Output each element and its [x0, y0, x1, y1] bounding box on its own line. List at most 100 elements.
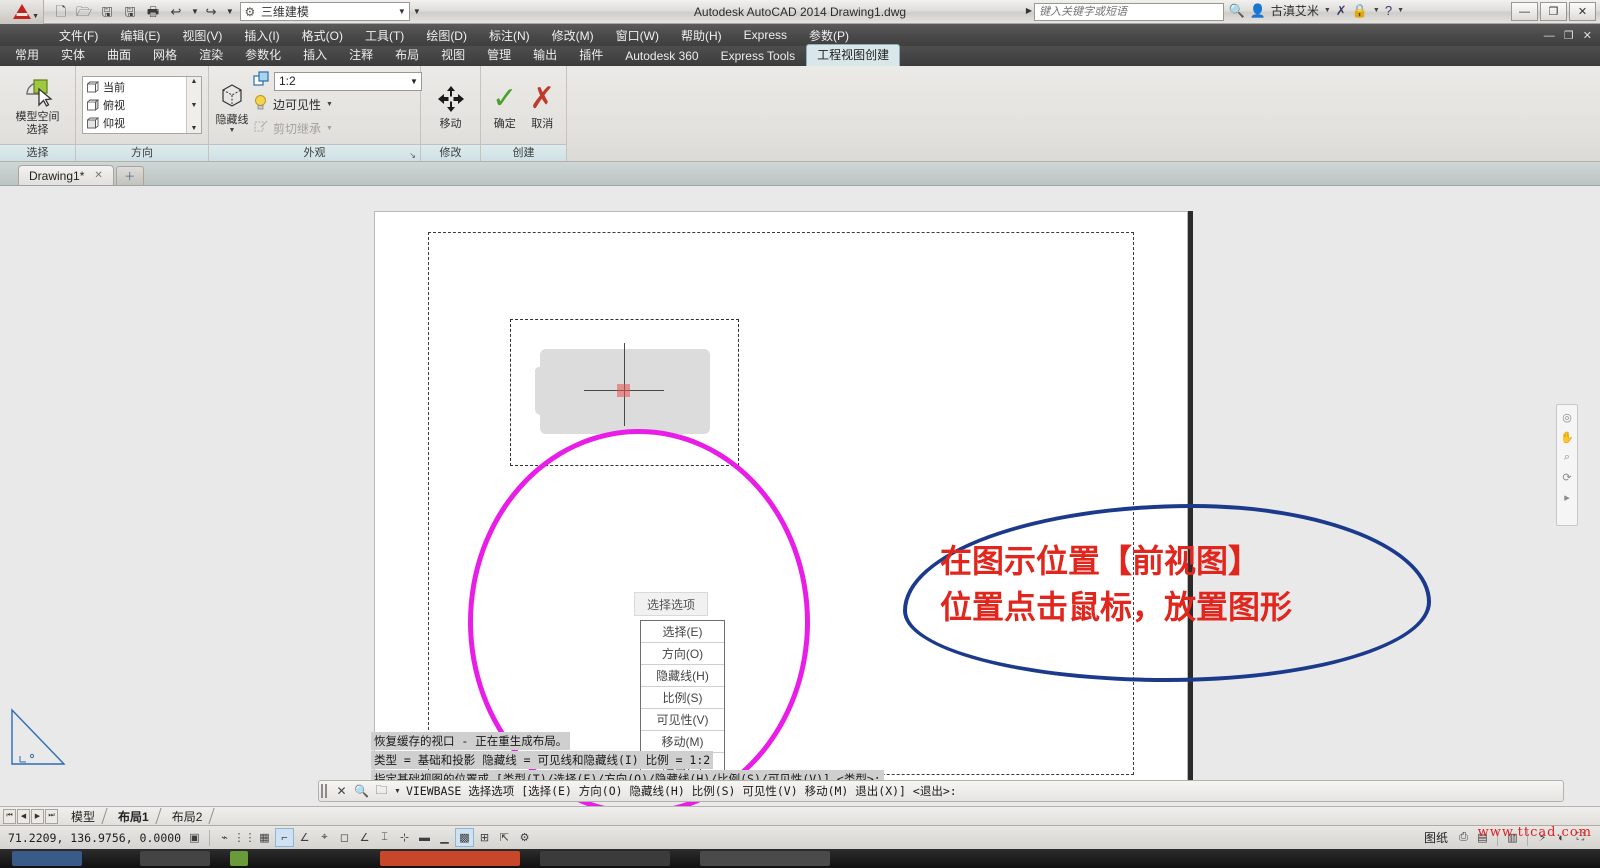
layout-tab-model[interactable]: 模型: [59, 808, 105, 824]
scroll-end-icon[interactable]: ▼: [191, 125, 198, 132]
ortho-mode-toggle[interactable]: ⌐: [275, 828, 294, 847]
save-icon[interactable]: 🖫: [96, 2, 118, 22]
menu-item-modify[interactable]: 修改(M): [541, 25, 605, 46]
chevron-down-icon[interactable]: ▼: [394, 788, 401, 795]
panel-dialog-launcher-icon[interactable]: ↘: [409, 151, 416, 160]
chevron-down-icon[interactable]: ▼: [229, 127, 236, 134]
dynamic-ucs-toggle[interactable]: ⌶: [375, 828, 394, 847]
infer-constraints-toggle[interactable]: ⌁: [215, 828, 234, 847]
tab-solid[interactable]: 实体: [50, 44, 96, 66]
search-input[interactable]: [1035, 4, 1223, 20]
tab-surface[interactable]: 曲面: [96, 44, 142, 66]
coordinate-display[interactable]: 71.2209, 136.9756, 0.0000: [0, 831, 185, 845]
tab-view[interactable]: 视图: [430, 44, 476, 66]
chevron-down-icon[interactable]: ▼: [395, 7, 409, 16]
tab-mesh[interactable]: 网格: [142, 44, 188, 66]
new-document-tab-button[interactable]: ＋: [115, 166, 144, 185]
chevron-down-icon[interactable]: ▼: [407, 77, 421, 86]
model-space-icon[interactable]: ▣: [185, 828, 204, 847]
layout-tab-layout1[interactable]: 布局1: [106, 808, 159, 824]
transparency-toggle[interactable]: ▁: [435, 828, 454, 847]
menu-item-dimension[interactable]: 标注(N): [478, 25, 541, 46]
search-expand-icon[interactable]: ▶: [1026, 6, 1032, 15]
taskbar-item-2[interactable]: [140, 851, 210, 866]
menu-item-format[interactable]: 格式(O): [291, 25, 354, 46]
search-icon[interactable]: 🔍: [354, 784, 369, 798]
scroll-up-icon[interactable]: ▲: [191, 78, 198, 85]
view-scale-combo[interactable]: 1:2 ▼: [274, 71, 422, 91]
help-search-box[interactable]: [1034, 3, 1224, 21]
menu-item-draw[interactable]: 绘图(D): [415, 25, 478, 46]
application-menu-button[interactable]: ▼: [0, 0, 44, 24]
tab-parametric[interactable]: 参数化: [234, 44, 292, 66]
lock-menu-chevron-icon[interactable]: ▼: [1373, 7, 1380, 14]
help-icon[interactable]: ?: [1385, 3, 1392, 18]
menu-item-help[interactable]: 帮助(H): [670, 25, 733, 46]
taskbar-item-6[interactable]: [700, 851, 830, 866]
user-avatar-icon[interactable]: 👤: [1250, 3, 1266, 19]
redo-icon[interactable]: ↪: [200, 2, 222, 22]
menu-item-parameters[interactable]: 参数(P): [798, 25, 860, 46]
exchange-app-icon[interactable]: ✗: [1336, 3, 1347, 19]
showmotion-icon[interactable]: ▸: [1564, 491, 1570, 504]
menu-item-window[interactable]: 窗口(W): [605, 25, 670, 46]
layout-last-button[interactable]: ⏭: [45, 808, 58, 824]
layout-prev-button[interactable]: ◀: [17, 808, 30, 824]
sign-in-lock-icon[interactable]: 🔒: [1352, 3, 1368, 19]
inner-minimize-button[interactable]: —: [1544, 30, 1555, 42]
lineweight-toggle[interactable]: ▬: [415, 828, 434, 847]
menu-item-view[interactable]: 视图(V): [171, 25, 233, 46]
user-name-label[interactable]: 古滇艾米: [1271, 2, 1319, 19]
tab-output[interactable]: 输出: [522, 44, 568, 66]
tab-render[interactable]: 渲染: [188, 44, 234, 66]
layout-tab-layout2[interactable]: 布局2: [160, 808, 213, 824]
taskbar-item-1[interactable]: [12, 851, 82, 866]
document-tab-drawing1[interactable]: Drawing1* ✕: [18, 165, 114, 185]
pan-hand-icon[interactable]: ✋: [1560, 431, 1574, 444]
paper-space-label[interactable]: 图纸: [1424, 829, 1448, 846]
tab-insert[interactable]: 插入: [292, 44, 338, 66]
layout-next-button[interactable]: ▶: [31, 808, 44, 824]
ok-button[interactable]: ✓ 确定: [487, 80, 523, 131]
selection-cycling-toggle[interactable]: ▩: [455, 828, 474, 847]
hidden-lines-button[interactable]: 隐藏线 ▼: [215, 76, 249, 134]
plot-icon[interactable]: 🖶: [142, 2, 164, 22]
tab-manage[interactable]: 管理: [476, 44, 522, 66]
zoom-extents-icon[interactable]: ⌕: [1564, 451, 1570, 464]
menu-item-file[interactable]: 文件(F): [48, 25, 109, 46]
polar-tracking-toggle[interactable]: ∠: [295, 828, 314, 847]
menu-item-insert[interactable]: 插入(I): [233, 25, 290, 46]
menu-item-tools[interactable]: 工具(T): [354, 25, 415, 46]
taskbar-item-4[interactable]: [380, 851, 520, 866]
orientation-item-top[interactable]: 俯视: [83, 96, 186, 114]
cancel-button[interactable]: ✗ 取消: [525, 80, 561, 131]
taskbar-item-3[interactable]: [230, 851, 248, 866]
tab-express-tools[interactable]: Express Tools: [710, 47, 806, 66]
orientation-item-current[interactable]: 当前: [83, 78, 186, 96]
folder-icon[interactable]: 🗀: [374, 781, 389, 802]
navigation-bar[interactable]: ◎ ✋ ⌕ ⟳ ▸: [1556, 404, 1578, 526]
menu-item-edit[interactable]: 编辑(E): [109, 25, 171, 46]
command-line-bar[interactable]: ✕ 🔍 🗀 ▼ VIEWBASE 选择选项 [选择(E) 方向(O) 隐藏线(H…: [318, 780, 1564, 802]
tab-layout[interactable]: 布局: [384, 44, 430, 66]
annotation-scale-toggle[interactable]: ⇱: [495, 828, 514, 847]
close-icon[interactable]: ✕: [94, 170, 102, 181]
close-icon[interactable]: ✕: [334, 784, 349, 798]
inner-restore-button[interactable]: ❐: [1564, 30, 1574, 42]
object-snap-tracking-toggle[interactable]: ∠: [355, 828, 374, 847]
dynamic-input-toggle[interactable]: ⊹: [395, 828, 414, 847]
object-snap-toggle[interactable]: ⌖: [315, 828, 334, 847]
minimize-button[interactable]: —: [1511, 2, 1538, 21]
orbit-icon[interactable]: ⟳: [1562, 471, 1571, 484]
close-button[interactable]: ✕: [1569, 2, 1596, 21]
open-file-icon[interactable]: 🗁: [73, 2, 95, 22]
chevron-down-icon[interactable]: ▼: [326, 101, 333, 108]
undo-icon[interactable]: ↩: [165, 2, 187, 22]
help-menu-chevron-icon[interactable]: ▼: [1397, 7, 1404, 14]
tab-annotate[interactable]: 注释: [338, 44, 384, 66]
restore-button[interactable]: ❐: [1540, 2, 1567, 21]
orientation-item-bottom[interactable]: 仰视: [83, 114, 186, 132]
move-view-button[interactable]: 移动: [427, 80, 474, 131]
undo-dropdown-icon[interactable]: ▼: [191, 7, 199, 16]
steering-wheel-icon[interactable]: ◎: [1562, 411, 1572, 424]
